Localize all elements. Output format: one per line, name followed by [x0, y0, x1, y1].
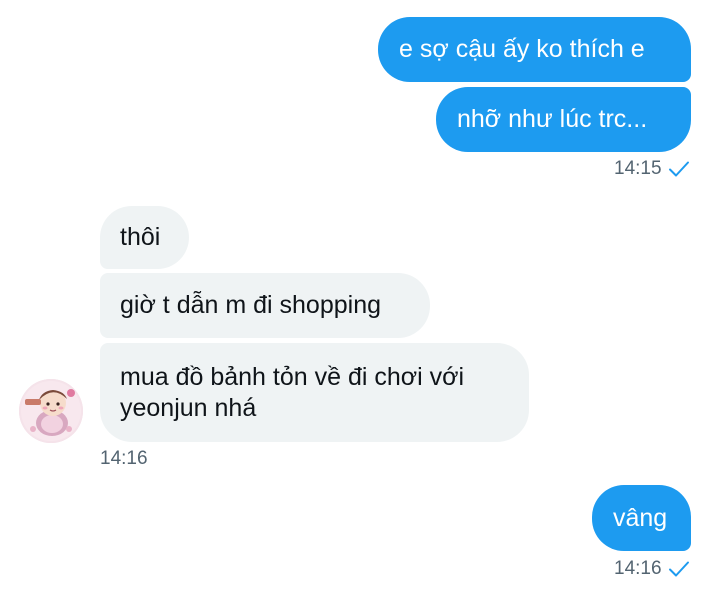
checkmark-icon: [668, 561, 689, 577]
avatar-image: [19, 379, 83, 443]
message-timestamp-row: 14:15: [614, 158, 690, 180]
received-message-bubble[interactable]: mua đồ bảnh tỏn về đi chơi với yeonjun n…: [100, 343, 529, 442]
checkmark-icon: [668, 161, 689, 177]
received-message-bubble[interactable]: giờ t dẫn m đi shopping: [100, 273, 430, 338]
timestamp: 14:15: [614, 158, 662, 179]
sent-message-bubble[interactable]: e sợ cậu ấy ko thích e: [378, 17, 691, 82]
sent-message-bubble[interactable]: vâng: [592, 485, 691, 551]
message-text: e sợ cậu ấy ko thích e: [399, 35, 645, 63]
message-text: giờ t dẫn m đi shopping: [120, 291, 381, 319]
avatar[interactable]: [19, 379, 83, 443]
received-message-bubble[interactable]: thôi: [100, 206, 189, 269]
message-text: thôi: [120, 223, 161, 251]
message-timestamp-row: 14:16: [614, 558, 690, 580]
sent-message-bubble[interactable]: nhỡ như lúc trc...: [436, 87, 691, 152]
timestamp: 14:16: [100, 448, 148, 469]
message-text: mua đồ bảnh tỏn về đi chơi với yeonjun n…: [120, 362, 465, 422]
message-text: nhỡ như lúc trc...: [457, 105, 648, 133]
message-timestamp-row: 14:16: [100, 448, 148, 470]
message-text: vâng: [613, 503, 668, 532]
timestamp: 14:16: [614, 558, 662, 579]
